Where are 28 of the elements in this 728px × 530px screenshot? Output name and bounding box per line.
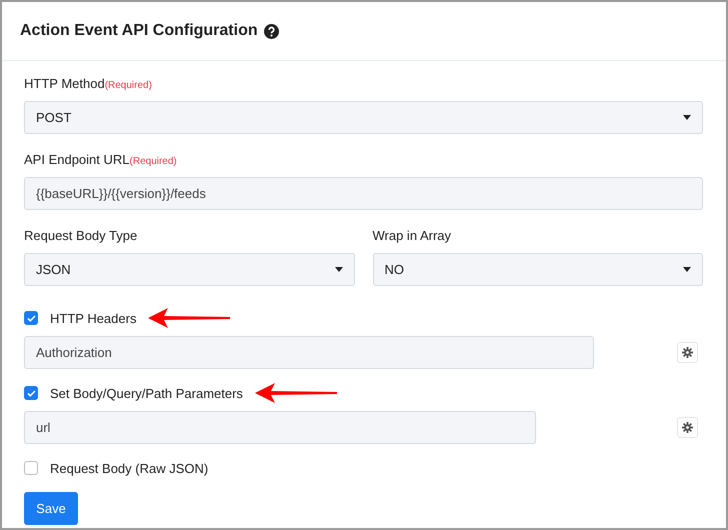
select-field[interactable]: NO: [372, 253, 703, 286]
select-field[interactable]: POST: [24, 101, 703, 134]
field-label: Request Body Type: [24, 228, 138, 243]
checkbox[interactable]: [24, 461, 38, 475]
checkbox[interactable]: [24, 386, 38, 400]
caret-icon: [683, 115, 691, 120]
input-field[interactable]: url: [24, 411, 536, 444]
settings-button[interactable]: [677, 417, 698, 438]
help-icon[interactable]: [264, 24, 279, 38]
check-icon: [26, 390, 36, 396]
settings-button[interactable]: [677, 342, 698, 363]
select-field[interactable]: JSON: [24, 253, 354, 286]
input-field[interactable]: {{baseURL}}/{{version}}/feeds: [24, 177, 703, 210]
caret-icon: [334, 267, 342, 272]
check-icon: [26, 314, 36, 322]
field-label: Wrap in Array: [372, 228, 452, 243]
settings-icon: [682, 347, 693, 358]
field-label: HTTP Method(Required): [24, 76, 153, 91]
checkbox-label: HTTP Headers: [50, 310, 136, 326]
panel-title: Action Event API Configuration: [20, 22, 258, 40]
save-button[interactable]: Save: [24, 492, 78, 525]
input-field[interactable]: Authorization: [24, 336, 594, 369]
checkbox-label: Request Body (Raw JSON): [50, 460, 208, 476]
settings-icon: [682, 422, 693, 433]
checkbox[interactable]: [24, 311, 38, 325]
field-label: API Endpoint URL(Required): [24, 152, 178, 167]
checkbox-label: Set Body/Query/Path Parameters: [50, 386, 243, 400]
caret-icon: [683, 267, 691, 272]
